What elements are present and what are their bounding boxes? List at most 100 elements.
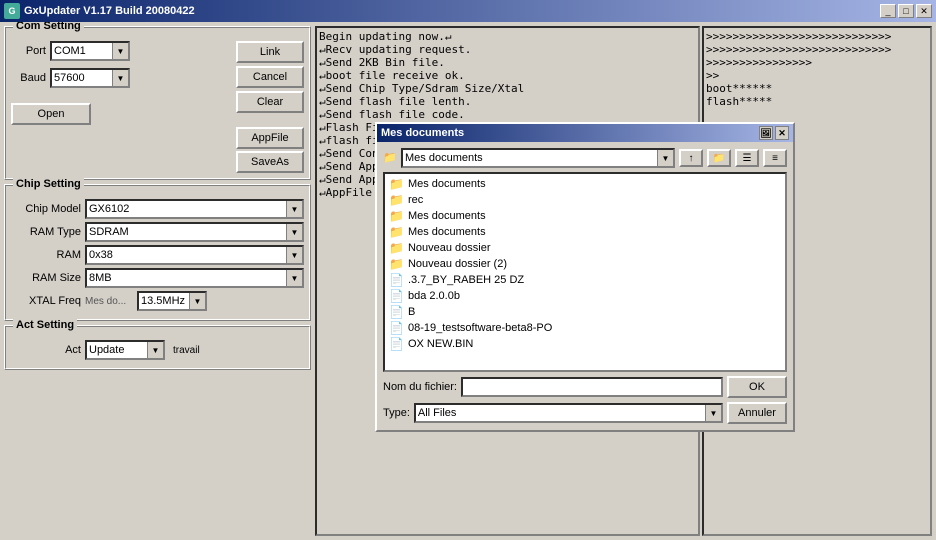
new-folder-btn[interactable]: 📁 xyxy=(707,149,731,167)
filetype-label: Type: xyxy=(383,407,410,419)
xtal-row: XTAL Freq Mes do... 13.5MHz 27MHz ▼ xyxy=(11,291,304,311)
link-button[interactable]: Link xyxy=(236,41,304,63)
details-btn[interactable]: ≡ xyxy=(763,149,787,167)
com-buttons: Link Cancel Clear xyxy=(236,41,304,125)
clear-button[interactable]: Clear xyxy=(236,91,304,113)
xtal-text-prefix: Mes do... xyxy=(85,296,135,307)
chip-model-select[interactable]: GX6102 GX6103 GX6105 xyxy=(89,203,169,215)
right-log-line: >>>>>>>>>>>>>>>>>>>>>>>>>>>> xyxy=(706,43,928,56)
file-list-item[interactable]: 📁Mes documents xyxy=(387,176,783,192)
file-list[interactable]: 📁Mes documents📁rec📁Mes documents📁Mes doc… xyxy=(383,172,787,372)
file-list-item[interactable]: 📄.3.7_BY_RABEH 25 DZ xyxy=(387,272,783,288)
right-log-line: >> xyxy=(706,69,928,82)
app-icon: G xyxy=(4,3,20,19)
file-dialog-img-btn[interactable]: 🖼 xyxy=(759,126,773,140)
close-button[interactable]: ✕ xyxy=(916,4,932,18)
list-btn[interactable]: ☰ xyxy=(735,149,759,167)
file-icon: 📄 xyxy=(389,321,404,335)
chip-model-select-wrapper[interactable]: GX6102 GX6103 GX6105 ▼ xyxy=(85,199,304,219)
file-icon: 📄 xyxy=(389,305,404,319)
log-line: Begin updating now.↵ xyxy=(319,30,696,43)
look-in-row: 📁 Mes documents ▼ ↑ 📁 ☰ ≡ xyxy=(383,148,787,168)
ram-type-row: RAM Type SDRAM DDRAM ▼ xyxy=(11,222,304,242)
folder-icon: 📁 xyxy=(389,177,404,191)
act-select[interactable]: Update xyxy=(89,344,161,356)
baud-select-wrapper[interactable]: 9600 19200 38400 57600 115200 ▼ xyxy=(50,68,130,88)
file-item-name: Mes documents xyxy=(408,210,486,222)
look-in-select[interactable]: Mes documents ▼ xyxy=(401,148,675,168)
file-icon: 📄 xyxy=(389,289,404,303)
file-list-item[interactable]: 📁 Mes documents xyxy=(387,208,783,224)
ram-type-label: RAM Type xyxy=(11,226,81,238)
act-setting-group: Act Setting Act Update ▼ travail xyxy=(4,325,311,370)
title-text: GxUpdater V1.17 Build 20080422 xyxy=(24,5,880,17)
chip-setting-label: Chip Setting xyxy=(13,178,84,190)
cancel-button[interactable]: Cancel xyxy=(236,66,304,88)
file-list-item[interactable]: 📁Nouveau dossier xyxy=(387,240,783,256)
up-btn[interactable]: ↑ xyxy=(679,149,703,167)
com-fields: Port COM1 COM2 COM3 COM4 ▼ Baud xyxy=(11,41,232,125)
ram-label: RAM xyxy=(11,249,81,261)
com-setting-body: Port COM1 COM2 COM3 COM4 ▼ Baud xyxy=(11,41,304,125)
folder-icon: 📁 xyxy=(389,209,404,223)
maximize-button[interactable]: □ xyxy=(898,4,914,18)
filename-input[interactable] xyxy=(461,377,723,397)
ram-size-select[interactable]: 4MB 8MB 16MB xyxy=(89,272,169,284)
xtal-label: XTAL Freq xyxy=(11,295,81,307)
log-line: ↵Send flash file lenth. xyxy=(319,95,696,108)
ram-arrow: ▼ xyxy=(286,247,302,263)
look-in-dropdown[interactable]: Mes documents xyxy=(405,152,671,164)
act-setting-label: Act Setting xyxy=(13,319,77,331)
ram-select[interactable]: 0x38 0x3C 0x40 xyxy=(89,249,169,261)
act-row: Act Update ▼ travail xyxy=(11,340,304,360)
file-dialog: Mes documents 🖼 ✕ 📁 Mes documents ▼ ↑ xyxy=(375,122,795,432)
port-label: Port xyxy=(11,45,46,57)
com-setting-group: Com Setting Port COM1 COM2 COM3 COM4 ▼ xyxy=(4,26,311,180)
act-select-wrapper[interactable]: Update ▼ xyxy=(85,340,165,360)
ram-size-select-wrapper[interactable]: 4MB 8MB 16MB ▼ xyxy=(85,268,304,288)
file-list-item[interactable]: 📁Mes documents xyxy=(387,224,783,240)
file-item-name: B xyxy=(408,306,415,318)
log-line: ↵Send Chip Type/Sdram Size/Xtal xyxy=(319,82,696,95)
title-bar-buttons: _ □ ✕ xyxy=(880,4,932,18)
xtal-select[interactable]: 13.5MHz 27MHz xyxy=(141,295,203,307)
chip-model-label: Chip Model xyxy=(11,203,81,215)
file-icon: 📄 xyxy=(389,337,404,351)
file-list-item[interactable]: 📁rec xyxy=(387,192,783,208)
file-list-item[interactable]: 📄OX NEW.BIN xyxy=(387,336,783,352)
title-bar: G GxUpdater V1.17 Build 20080422 _ □ ✕ xyxy=(0,0,936,22)
saveas-button[interactable]: SaveAs xyxy=(236,151,304,173)
file-list-item[interactable]: 📁Nouveau dossier (2) xyxy=(387,256,783,272)
port-select[interactable]: COM1 COM2 COM3 COM4 xyxy=(54,45,126,57)
chip-model-row: Chip Model GX6102 GX6103 GX6105 ▼ xyxy=(11,199,304,219)
file-list-item[interactable]: 📄bda 2.0.0b xyxy=(387,288,783,304)
xtal-select-wrapper[interactable]: 13.5MHz 27MHz ▼ xyxy=(137,291,207,311)
log-line: ↵Send 2KB Bin file. xyxy=(319,56,696,69)
port-select-wrapper[interactable]: COM1 COM2 COM3 COM4 ▼ xyxy=(50,41,130,61)
appfile-button[interactable]: AppFile xyxy=(236,127,304,149)
minimize-button[interactable]: _ xyxy=(880,4,896,18)
open-button[interactable]: Open xyxy=(11,103,91,125)
file-item-name: Nouveau dossier (2) xyxy=(408,258,507,270)
ok-button[interactable]: OK xyxy=(727,376,787,398)
filename-label: Nom du fichier: xyxy=(383,381,457,393)
file-dialog-body: 📁 Mes documents ▼ ↑ 📁 ☰ ≡ 📁 Mes documents… xyxy=(377,142,793,430)
cancel-file-button[interactable]: Annuler xyxy=(727,402,787,424)
file-dialog-close-btn[interactable]: ✕ xyxy=(775,126,789,140)
file-list-item[interactable]: 📄B xyxy=(387,304,783,320)
filetype-select[interactable]: All Files xyxy=(418,407,719,419)
ram-select-wrapper[interactable]: 0x38 0x3C 0x40 ▼ xyxy=(85,245,304,265)
file-list-item[interactable]: 📄08-19_testsoftware-beta8-PO xyxy=(387,320,783,336)
file-dialog-title: Mes documents 🖼 ✕ xyxy=(377,124,793,142)
file-dialog-controls: 🖼 ✕ xyxy=(759,126,789,140)
right-log-line: flash***** xyxy=(706,95,928,108)
file-item-name: Nouveau dossier xyxy=(408,242,491,254)
ram-type-select-wrapper[interactable]: SDRAM DDRAM ▼ xyxy=(85,222,304,242)
port-row: Port COM1 COM2 COM3 COM4 ▼ xyxy=(11,41,232,61)
ram-size-row: RAM Size 4MB 8MB 16MB ▼ xyxy=(11,268,304,288)
filetype-select-wrapper[interactable]: All Files ▼ xyxy=(414,403,723,423)
log-line: ↵Recv updating request. xyxy=(319,43,696,56)
baud-select[interactable]: 9600 19200 38400 57600 115200 xyxy=(54,72,126,84)
log-line: ↵Send flash file code. xyxy=(319,108,696,121)
ram-type-select[interactable]: SDRAM DDRAM xyxy=(89,226,169,238)
